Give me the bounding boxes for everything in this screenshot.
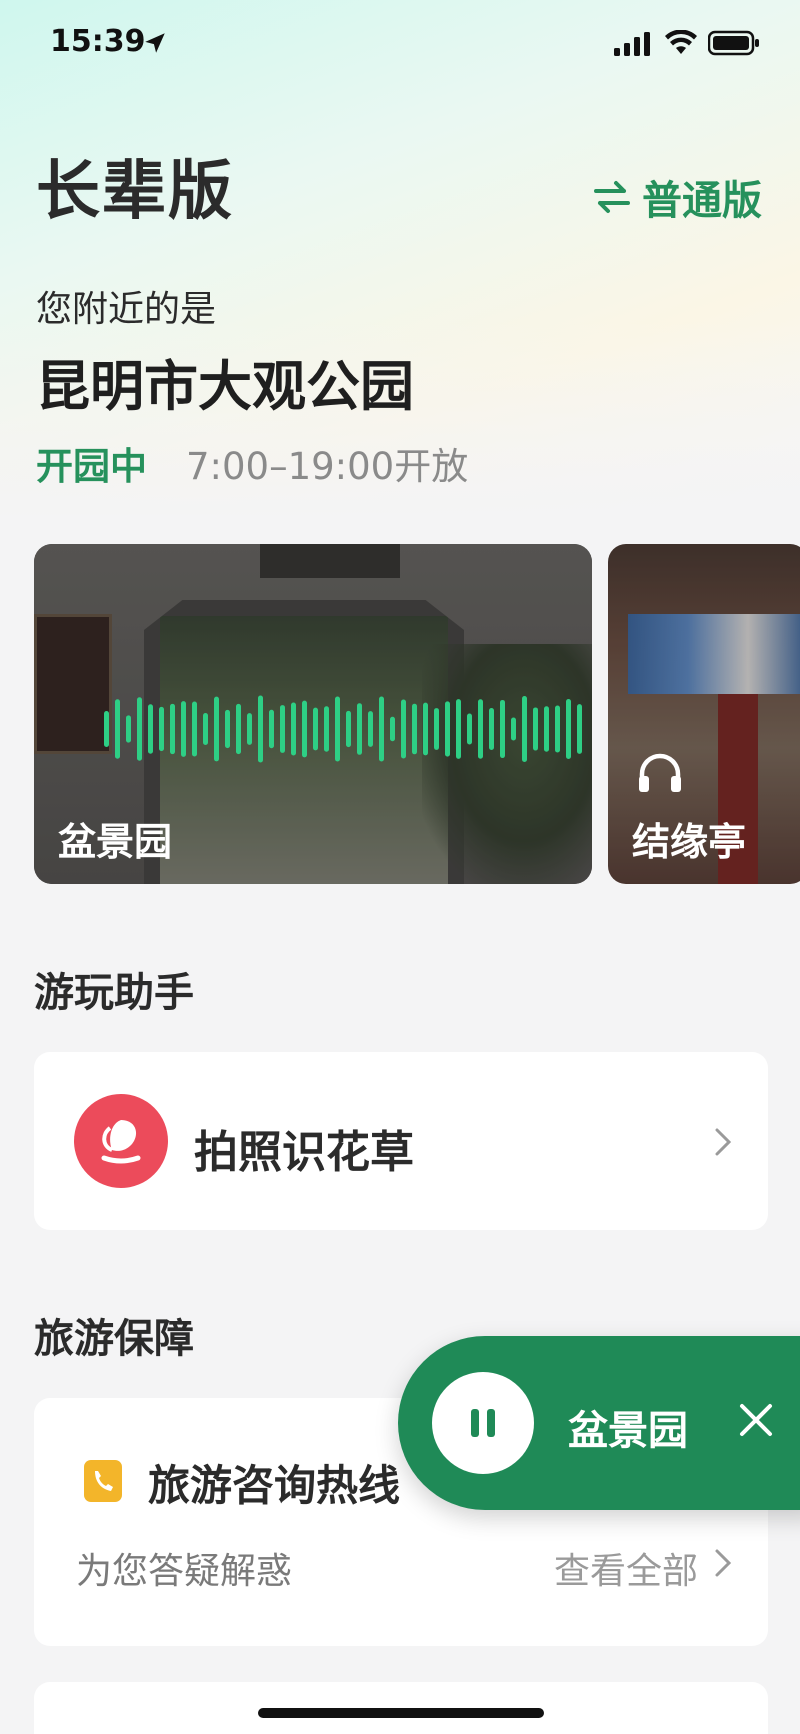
waveform-bar [423, 702, 428, 756]
plant-identify-item[interactable]: 拍照识花草 [34, 1052, 768, 1230]
hotline-subtitle: 为您答疑解惑 [76, 1551, 293, 1592]
waveform-bar [203, 712, 208, 746]
switch-to-standard-button[interactable]: 普通版 [592, 168, 762, 226]
waveform-bar [434, 708, 439, 750]
chevron-right-icon [715, 1549, 732, 1577]
waveform-bar [511, 717, 516, 741]
battery-icon [708, 30, 759, 56]
chevron-right-icon [715, 1128, 732, 1156]
waveform-bar [577, 704, 582, 754]
waveform-bar [478, 699, 483, 759]
waveform-bar [148, 704, 153, 754]
waveform-bar [214, 696, 219, 762]
waveform-bar [170, 703, 175, 755]
waveform-bar [357, 703, 362, 755]
waveform-bar [104, 711, 109, 747]
switch-label: 普通版 [642, 178, 762, 224]
waveform-bar [489, 708, 494, 750]
pause-icon [471, 1409, 495, 1437]
waveform-bar [236, 703, 241, 755]
audio-card-penjing-garden[interactable]: 盆景园 [34, 544, 592, 884]
section-title-assistant: 游玩助手 [34, 970, 194, 1016]
near-label: 您附近的是 [36, 289, 217, 330]
waveform-bar [533, 707, 538, 751]
waveform-bar [522, 696, 527, 762]
waveform-bar [379, 696, 384, 762]
waveform-bar [291, 702, 296, 756]
waveform-bar [555, 705, 560, 753]
cellular-signal-icon [614, 32, 650, 56]
view-all-link[interactable]: 查看全部 [554, 1542, 698, 1594]
audio-card-label: 盆景园 [58, 820, 173, 864]
waveform-bar [500, 699, 505, 759]
waveform-bar [390, 716, 395, 742]
waveform-bar [258, 695, 263, 763]
waveform-bar [247, 713, 252, 745]
open-hours: 7:00–19:00开放 [186, 445, 469, 488]
waveform-bar [313, 707, 318, 751]
waveform-bar [456, 699, 461, 759]
waveform-bar [412, 703, 417, 755]
waveform-bar [368, 711, 373, 747]
audio-card-jieyuan-pavilion[interactable]: 结缘亭 [608, 544, 800, 884]
pause-button[interactable] [432, 1372, 534, 1474]
audio-mini-player: 盆景园 [398, 1336, 800, 1510]
waveform-bar [269, 709, 274, 749]
waveform-bar [544, 706, 549, 752]
status-bar: 15:39 [0, 0, 800, 90]
home-indicator [258, 1708, 544, 1718]
hotline-title: 旅游咨询热线 [148, 1461, 401, 1510]
close-icon[interactable] [734, 1398, 778, 1442]
waveform-bar [335, 696, 340, 762]
player-track-label: 盆景园 [568, 1408, 688, 1454]
waveform-bar [181, 701, 186, 757]
waveform-bar [225, 709, 230, 749]
swap-arrows-icon [594, 181, 630, 213]
waveform-bar [192, 701, 197, 757]
waveform-bar [302, 700, 307, 758]
waveform-bar [445, 701, 450, 757]
location-arrow-icon [145, 33, 165, 53]
waveform-bar [401, 699, 406, 759]
plant-identify-label: 拍照识花草 [194, 1127, 414, 1178]
waveform-bar [126, 715, 131, 743]
open-status-badge: 开园中 [36, 445, 147, 488]
flower-icon [74, 1094, 168, 1188]
waveform-bar [346, 710, 351, 748]
section-title-guarantee: 旅游保障 [34, 1316, 194, 1362]
waveform-bar [137, 697, 142, 761]
place-name: 昆明市大观公园 [36, 355, 414, 418]
waveform-bar [159, 706, 164, 752]
waveform-bar [566, 698, 571, 760]
page-title: 长辈版 [36, 155, 234, 229]
waveform-bar [280, 705, 285, 753]
waveform-bar [115, 699, 120, 759]
audio-waveform-icon [104, 695, 582, 763]
wifi-icon [665, 30, 697, 54]
headphone-icon [639, 753, 681, 792]
phone-icon [84, 1460, 122, 1502]
audio-card-label: 结缘亭 [632, 820, 747, 864]
status-time: 15:39 [50, 24, 146, 59]
waveform-bar [467, 713, 472, 745]
waveform-bar [324, 706, 329, 752]
